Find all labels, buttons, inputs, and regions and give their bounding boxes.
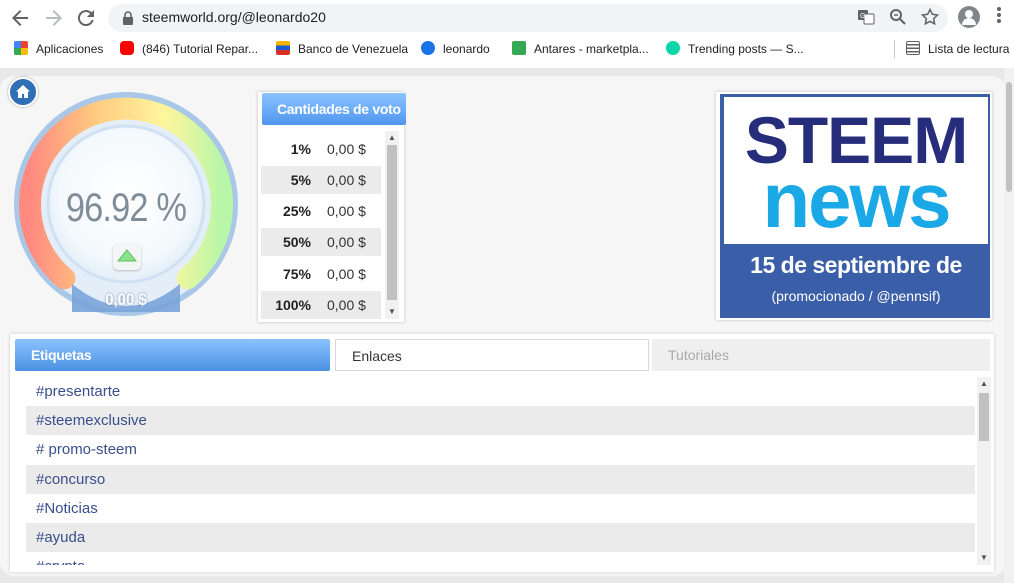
upvote-button[interactable]: [113, 244, 141, 270]
svg-text:G: G: [860, 13, 865, 20]
url-text[interactable]: steemworld.org/@leonardo20: [142, 9, 326, 25]
reload-icon[interactable]: [74, 6, 98, 30]
tab-enlaces[interactable]: Enlaces: [335, 339, 649, 371]
zoom-icon[interactable]: [888, 8, 908, 28]
tag-item[interactable]: #presentarte: [26, 377, 975, 406]
vote-row: 1% 0,00 $: [290, 141, 366, 157]
vote-row: 100% 0,00 $: [261, 291, 381, 319]
tag-item[interactable]: #crypto: [26, 552, 975, 565]
bookmarks-separator: [894, 40, 895, 58]
profile-avatar-icon[interactable]: [958, 6, 980, 28]
vote-row: 25% 0,00 $: [282, 203, 366, 219]
tag-item[interactable]: # promo-steem: [26, 435, 975, 464]
tag-item[interactable]: #concurso: [26, 465, 975, 494]
vote-scrollbar-thumb[interactable]: [387, 145, 397, 300]
news-promoted-by: (promocionado / @pennsif): [771, 288, 941, 304]
forward-arrow-icon[interactable]: [42, 6, 66, 30]
reading-list-icon: [906, 41, 920, 55]
lock-icon: [123, 11, 133, 25]
bookmarks-bar: Aplicaciones (846) Tutorial Repar... Ban…: [0, 36, 1014, 62]
address-bar[interactable]: steemworld.org/@leonardo20 G: [108, 4, 948, 32]
apps-grid-icon: [14, 41, 28, 55]
browser-toolbar: steemworld.org/@leonardo20 G Aplicacione…: [0, 0, 1014, 68]
tag-item[interactable]: #ayuda: [26, 523, 975, 552]
reading-list-button[interactable]: Lista de lectura: [906, 40, 1009, 58]
youtube-icon: [120, 41, 134, 55]
scroll-up-arrow-icon[interactable]: ▲: [388, 134, 396, 142]
vote-row: 75% 0,00 $: [282, 266, 366, 282]
tab-tutoriales: Tutoriales: [652, 339, 990, 371]
tag-item[interactable]: #steemexclusive: [26, 406, 975, 435]
back-arrow-icon[interactable]: [8, 6, 32, 30]
vote-amounts-scrollbar[interactable]: ▲ ▼: [385, 131, 399, 319]
banco-venezuela-icon: [276, 41, 290, 55]
voting-power-percent: 96.92 %: [65, 186, 187, 230]
bookmark-leonardo[interactable]: leonardo: [421, 40, 490, 58]
scroll-down-arrow-icon[interactable]: ▼: [980, 554, 988, 562]
vote-value: 0,00 $: [105, 290, 147, 309]
bookmark-apps[interactable]: Aplicaciones: [14, 40, 103, 58]
tab-etiquetas[interactable]: Etiquetas: [15, 339, 330, 371]
bookmark-youtube[interactable]: (846) Tutorial Repar...: [120, 40, 258, 58]
bookmark-antares[interactable]: Antares - marketpla...: [512, 40, 649, 58]
vote-row: 50% 0,00 $: [261, 228, 381, 256]
star-bookmark-icon[interactable]: [920, 7, 940, 28]
page-scrollbar[interactable]: [1004, 68, 1014, 583]
news-logo-news: news: [762, 156, 951, 244]
steemit-icon: [666, 41, 680, 55]
translate-icon[interactable]: G: [856, 8, 876, 28]
scroll-down-arrow-icon[interactable]: ▼: [388, 308, 396, 316]
vote-row: 5% 0,00 $: [261, 166, 381, 194]
leonardo-icon: [421, 41, 435, 55]
triangle-up-icon: [116, 249, 138, 262]
page-scrollbar-thumb[interactable]: [1006, 82, 1012, 192]
bookmark-trending-posts[interactable]: Trending posts — S...: [666, 40, 804, 58]
tag-list: #presentarte #steemexclusive # promo-ste…: [13, 377, 975, 565]
bookmark-banco-venezuela[interactable]: Banco de Venezuela: [276, 40, 408, 58]
more-menu-icon[interactable]: [992, 6, 1006, 28]
tag-item[interactable]: #Noticias: [26, 494, 975, 523]
tag-list-scrollbar[interactable]: ▲ ▼: [977, 377, 991, 565]
scroll-up-arrow-icon[interactable]: ▲: [980, 380, 988, 388]
vote-amounts-header[interactable]: Cantidades de voto: [262, 93, 406, 125]
antares-icon: [512, 41, 526, 55]
news-date: 15 de septiembre de: [750, 252, 962, 278]
tag-scrollbar-thumb[interactable]: [979, 393, 989, 441]
